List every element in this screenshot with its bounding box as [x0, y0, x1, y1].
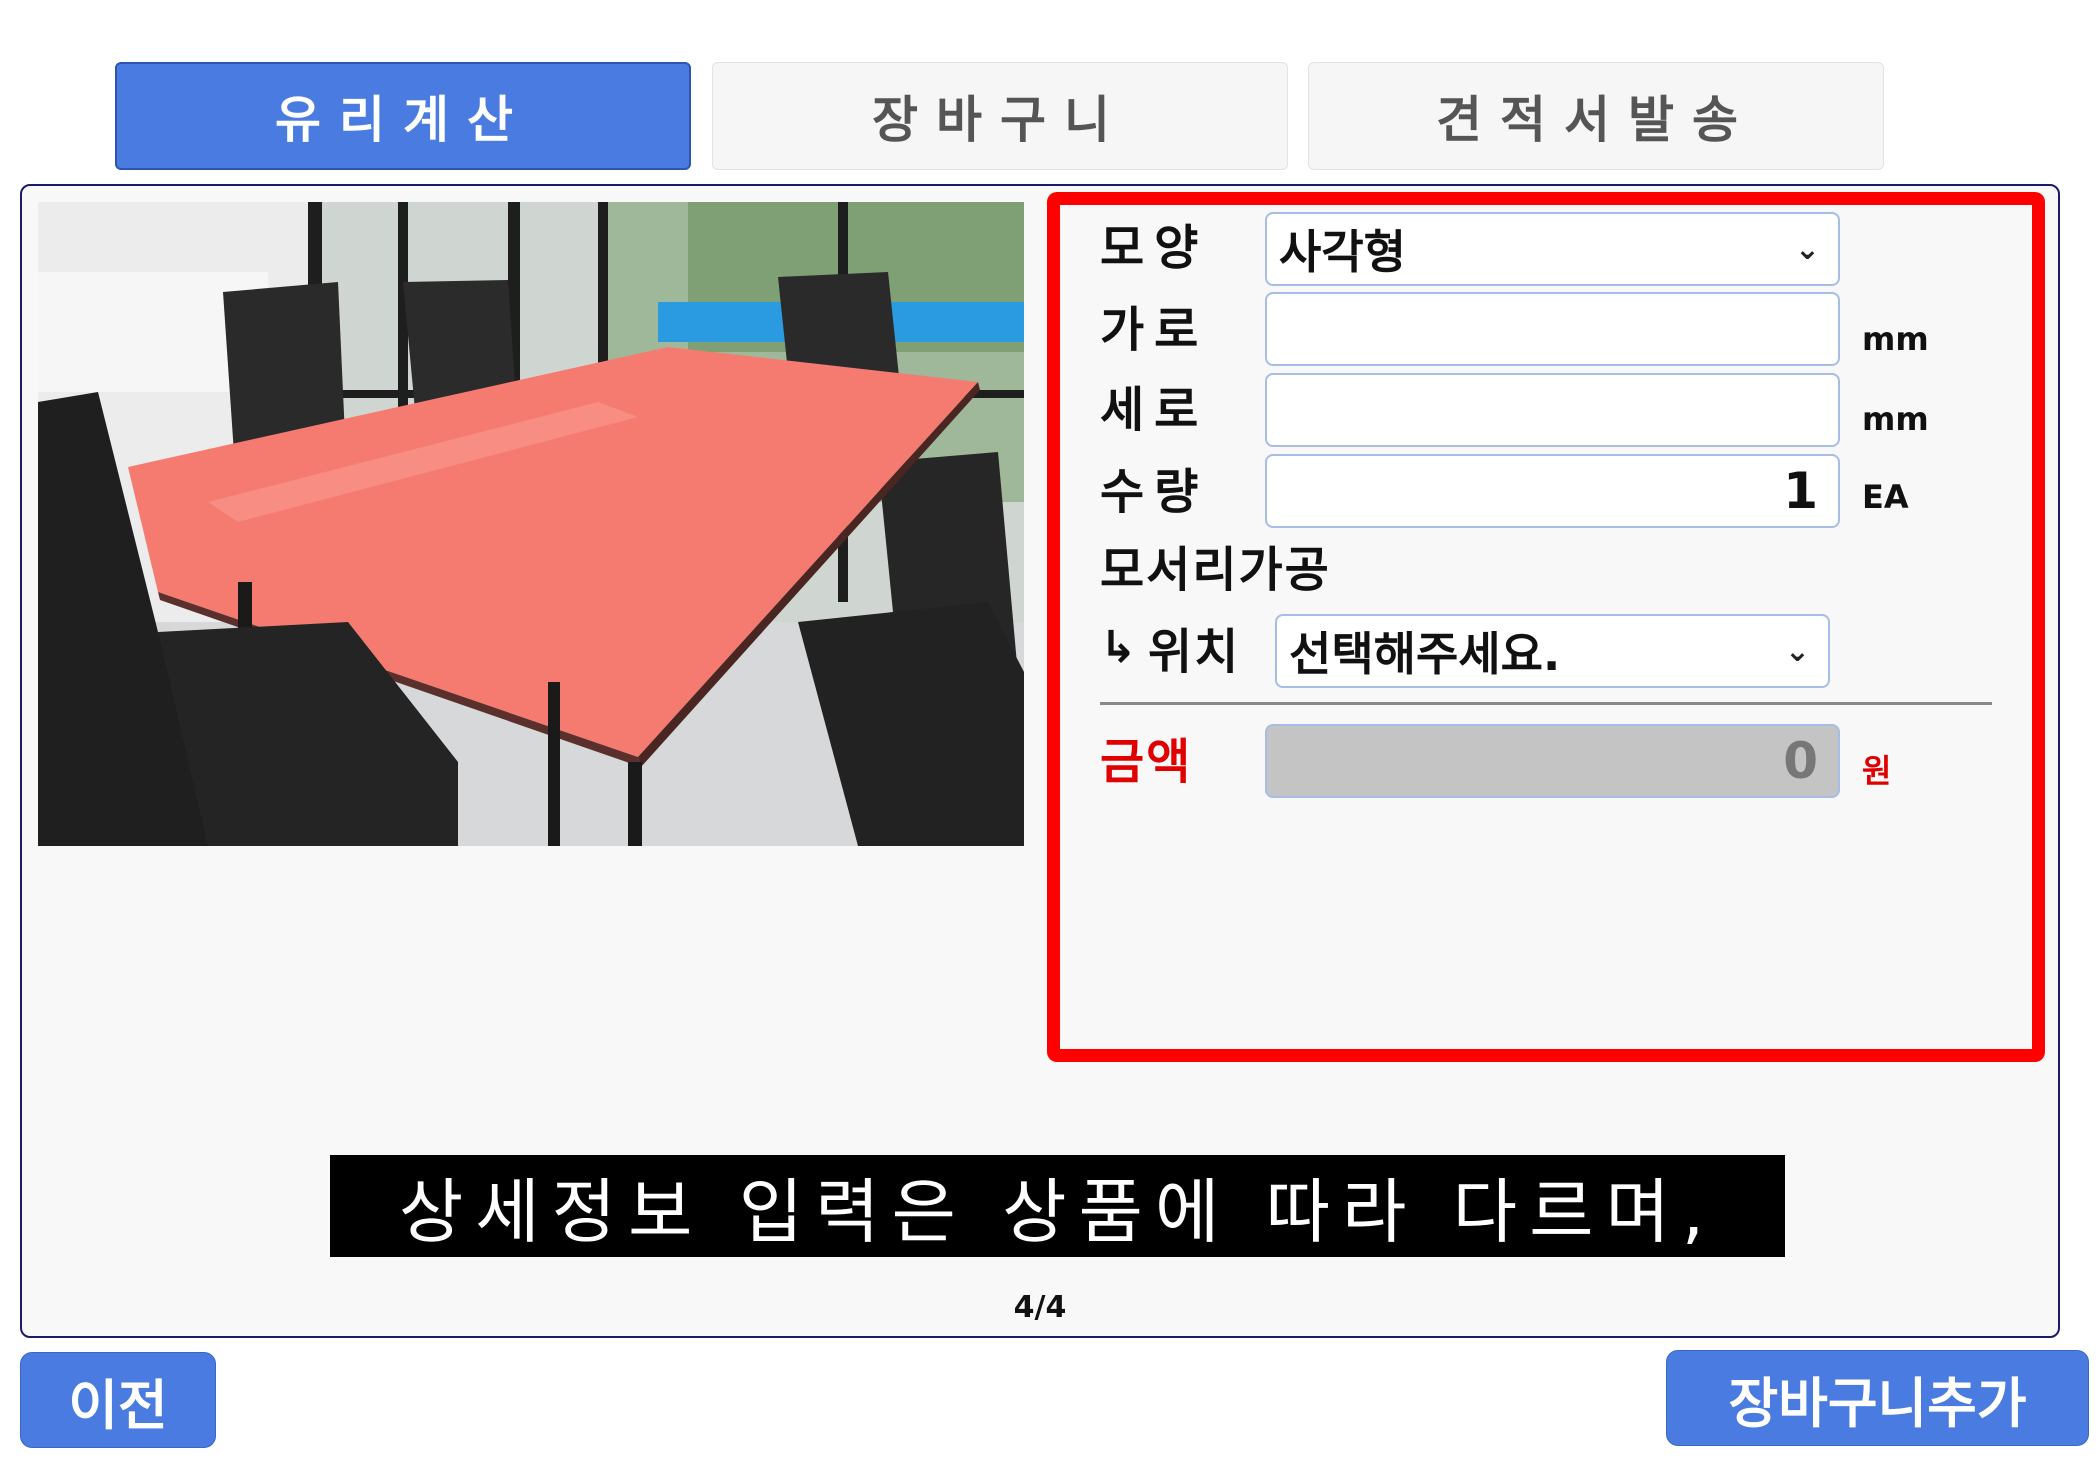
edge-processing-label: 모서리가공: [1100, 542, 1331, 598]
add-to-cart-button[interactable]: 장바구니추가: [1666, 1350, 2089, 1446]
width-unit: mm: [1862, 320, 1929, 358]
chevron-down-icon: ⌄: [1784, 633, 1810, 669]
height-label: 세로: [1100, 382, 1209, 438]
shape-select-value: 사각형: [1279, 225, 1406, 279]
position-select-value: 선택해주세요.: [1289, 627, 1561, 681]
chevron-down-icon: ⌄: [1794, 231, 1820, 267]
table-scene-image: [38, 202, 1024, 846]
height-input[interactable]: [1265, 373, 1840, 447]
position-select[interactable]: 선택해주세요. ⌄: [1275, 614, 1830, 688]
price-label: 금액: [1100, 734, 1193, 790]
tab-send-quote[interactable]: 견적서발송: [1308, 62, 1884, 170]
quantity-unit: EA: [1862, 478, 1909, 516]
price-unit: 원: [1862, 752, 1892, 790]
tab-cart[interactable]: 장바구니: [712, 62, 1288, 170]
quantity-label: 수량: [1100, 464, 1209, 520]
height-unit: mm: [1862, 400, 1929, 438]
quantity-input[interactable]: 1: [1265, 454, 1840, 528]
glass-table-photo: [38, 202, 1024, 846]
tab-glass-calc[interactable]: 유리계산: [115, 62, 691, 170]
prev-button[interactable]: 이전: [20, 1352, 216, 1448]
price-output: 0: [1265, 724, 1840, 798]
page-indicator: 4/4: [1013, 1290, 1067, 1325]
width-input[interactable]: [1265, 292, 1840, 366]
position-label: 위치: [1148, 624, 1241, 680]
divider: [1100, 702, 1992, 705]
shape-label: 모양: [1100, 220, 1209, 276]
subtitle-caption: 상세정보 입력은 상품에 따라 다르며,: [330, 1155, 1785, 1257]
sub-arrow-icon: ↳: [1100, 622, 1137, 673]
width-label: 가로: [1100, 302, 1209, 358]
shape-select[interactable]: 사각형 ⌄: [1265, 212, 1840, 286]
